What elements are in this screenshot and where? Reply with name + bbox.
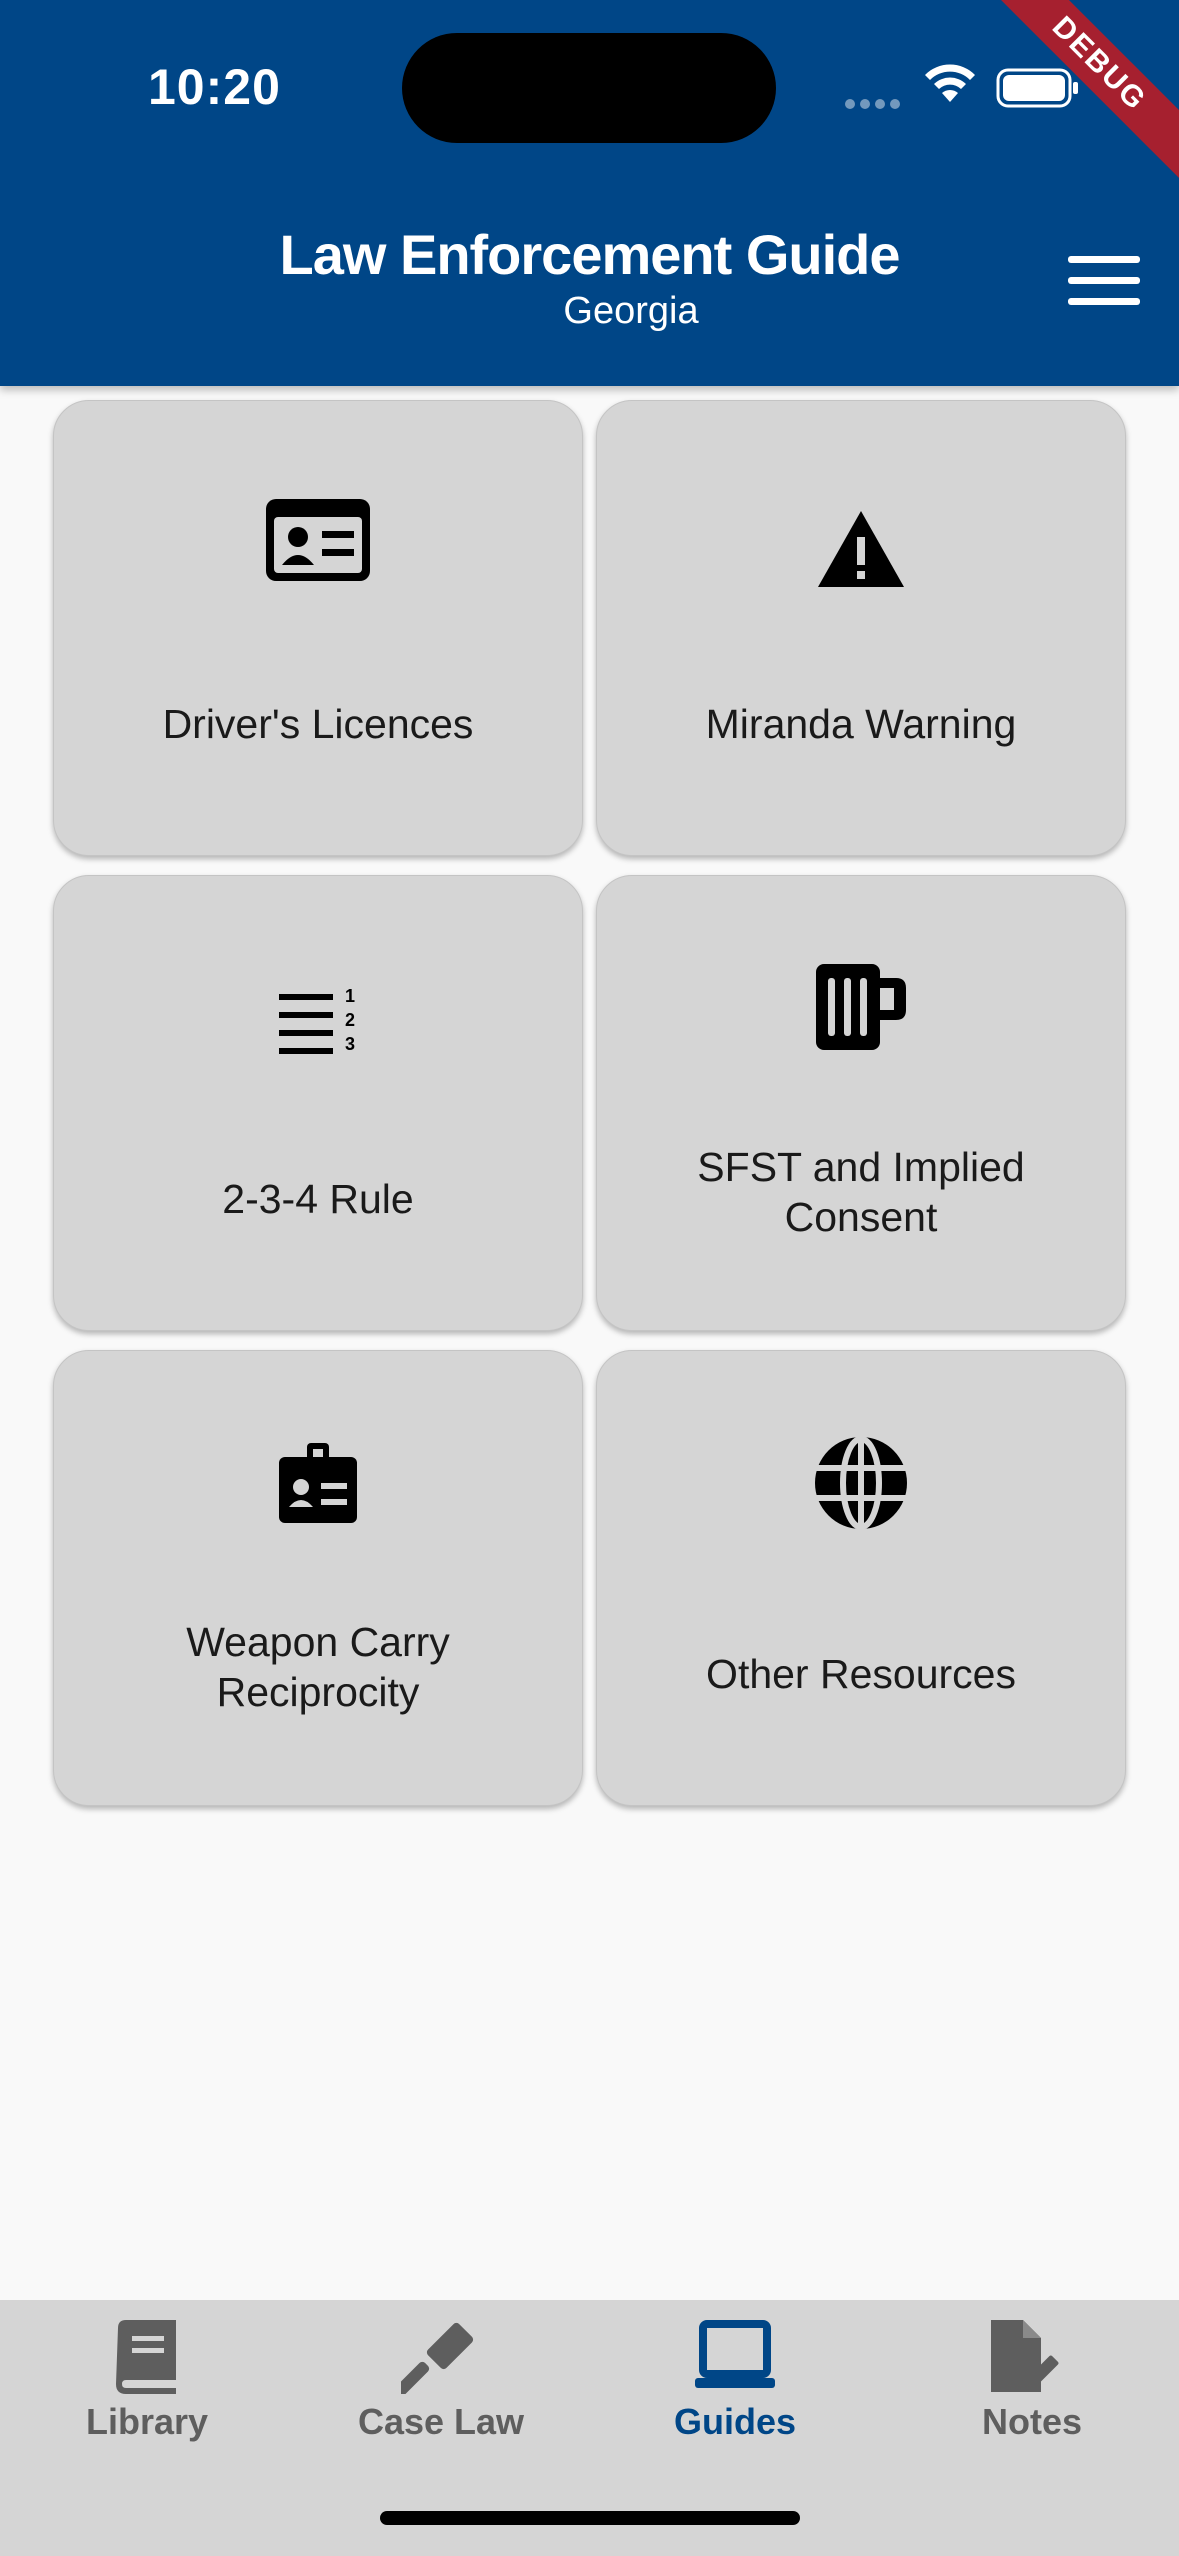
laptop-icon: [695, 2320, 775, 2388]
menu-button[interactable]: [1068, 256, 1142, 308]
card-label: Other Resources: [706, 1651, 1016, 1697]
card-label: Weapon Carry Reciprocity: [186, 1619, 450, 1715]
gavel-icon: [392, 2322, 474, 2399]
tab-case-law[interactable]: Case Law: [294, 2318, 588, 2443]
page-title: Law Enforcement Guide: [279, 223, 901, 286]
svg-text:3: 3: [345, 1034, 355, 1054]
home-indicator: [380, 2511, 800, 2525]
guide-card-miranda-warning[interactable]: Miranda Warning: [596, 400, 1126, 856]
tab-guides[interactable]: Guides: [588, 2318, 882, 2443]
card-label: Driver's Licences: [162, 701, 474, 747]
svg-text:1: 1: [345, 986, 355, 1006]
note-edit-icon: [991, 2320, 1059, 2392]
card-label: SFST and Implied Consent: [697, 1144, 1025, 1240]
book-icon: [116, 2320, 176, 2394]
id-card-icon: [54, 497, 582, 588]
hamburger-icon: [1068, 256, 1140, 263]
guide-card-other-resources[interactable]: Other Resources: [596, 1350, 1126, 1806]
tab-label: Library: [85, 2401, 209, 2442]
tab-library[interactable]: Library: [0, 2318, 294, 2443]
card-label: Miranda Warning: [705, 701, 1017, 747]
svg-text:2: 2: [345, 1010, 355, 1030]
warning-icon: [597, 497, 1125, 594]
status-time: 10:20: [148, 59, 281, 115]
guide-card-sfst-implied-consent[interactable]: SFST and Implied Consent: [596, 875, 1126, 1331]
wifi-icon: [925, 64, 975, 102]
badge-icon: [54, 1443, 582, 1530]
guide-card-drivers-licences[interactable]: Driver's Licences: [53, 400, 583, 856]
page-subtitle: Georgia: [563, 290, 699, 332]
signal-icon: [845, 96, 905, 114]
guide-card-234-rule[interactable]: 1 2 3 2-3-4 Rule: [53, 875, 583, 1331]
tab-label: Notes: [981, 2401, 1083, 2442]
numbered-list-icon: 1 2 3: [54, 972, 582, 1061]
card-label: 2-3-4 Rule: [222, 1176, 414, 1222]
guide-card-weapon-carry[interactable]: Weapon Carry Reciprocity: [53, 1350, 583, 1806]
tab-label: Case Law: [357, 2401, 525, 2442]
dynamic-island: [402, 33, 776, 143]
battery-icon: [996, 68, 1078, 108]
app-bar: 10:20 DEBUG Law Enforcement Guide Georgi…: [0, 0, 1179, 386]
beer-mug-icon: [597, 964, 1125, 1057]
tab-notes[interactable]: Notes: [885, 2318, 1179, 2443]
globe-icon: [597, 1436, 1125, 1536]
tab-label: Guides: [673, 2401, 797, 2442]
